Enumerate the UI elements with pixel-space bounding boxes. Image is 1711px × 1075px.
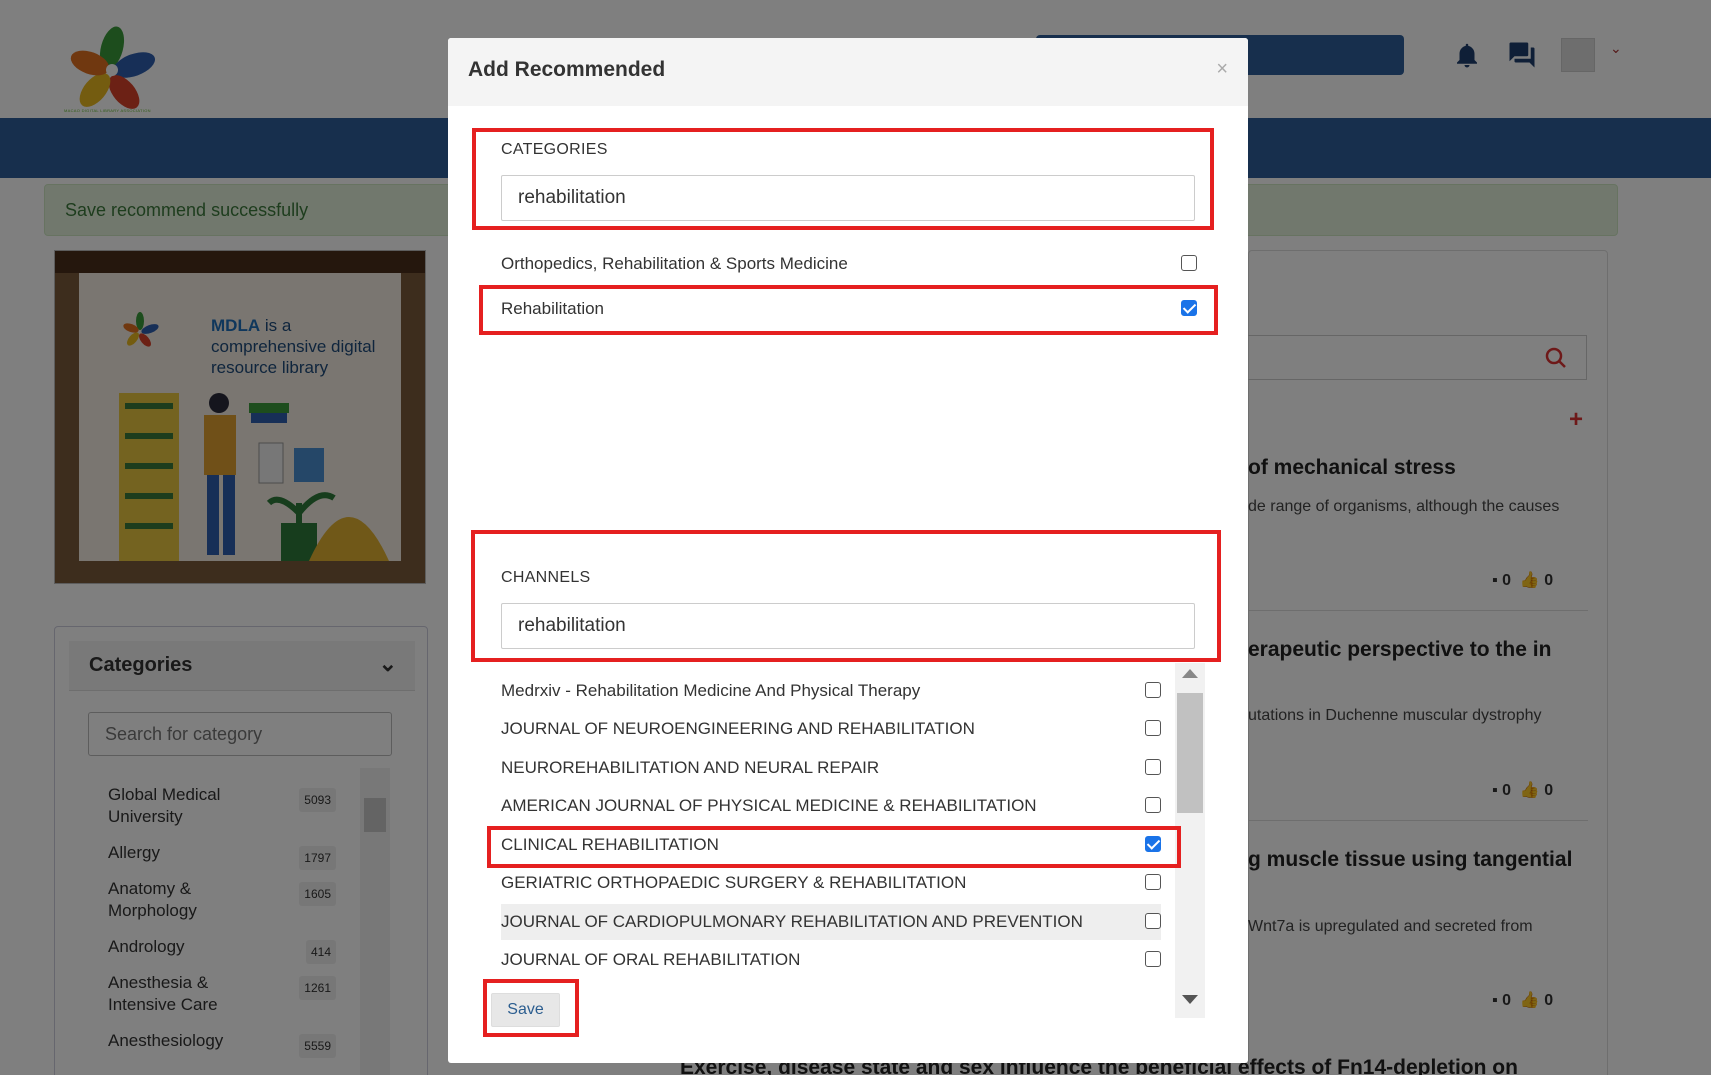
option-label: Orthopedics, Rehabilitation & Sports Med… xyxy=(501,254,848,273)
close-icon[interactable]: × xyxy=(1216,58,1228,81)
channel-option[interactable]: JOURNAL OF CARDIOPULMONARY REHABILITATIO… xyxy=(501,904,1161,940)
channel-option[interactable]: Medrxiv - Rehabilitation Medicine And Ph… xyxy=(501,673,1161,709)
channel-option[interactable]: GERIATRIC ORTHOPAEDIC SURGERY & REHABILI… xyxy=(501,865,1161,901)
option-label: Medrxiv - Rehabilitation Medicine And Ph… xyxy=(501,681,921,700)
option-label: JOURNAL OF ORAL REHABILITATION xyxy=(501,950,801,969)
option-label: GERIATRIC ORTHOPAEDIC SURGERY & REHABILI… xyxy=(501,873,967,892)
option-label: NEUROREHABILITATION AND NEURAL REPAIR xyxy=(501,758,880,777)
option-checkbox[interactable] xyxy=(1145,913,1161,929)
annotation-box-channels xyxy=(471,530,1221,662)
channel-option[interactable]: JOURNAL OF ORAL REHABILITATION xyxy=(501,942,1161,978)
option-checkbox[interactable] xyxy=(1145,682,1161,698)
annotation-box-clinical-rehabilitation xyxy=(487,826,1181,868)
annotation-box-categories xyxy=(472,128,1214,230)
channel-option[interactable]: AMERICAN JOURNAL OF PHYSICAL MEDICINE & … xyxy=(501,788,1161,824)
scroll-thumb[interactable] xyxy=(1177,693,1203,813)
channel-option[interactable]: NEUROREHABILITATION AND NEURAL REPAIR xyxy=(501,750,1161,786)
option-checkbox[interactable] xyxy=(1145,797,1161,813)
option-checkbox[interactable] xyxy=(1145,720,1161,736)
category-option[interactable]: Orthopedics, Rehabilitation & Sports Med… xyxy=(501,246,1201,282)
option-checkbox[interactable] xyxy=(1145,874,1161,890)
annotation-box-save xyxy=(483,979,579,1037)
option-checkbox[interactable] xyxy=(1181,255,1197,271)
scroll-down-icon[interactable] xyxy=(1182,995,1198,1004)
scroll-up-icon[interactable] xyxy=(1182,669,1198,678)
option-checkbox[interactable] xyxy=(1145,759,1161,775)
modal-header: Add Recommended × xyxy=(448,38,1248,106)
modal-title: Add Recommended xyxy=(468,58,666,81)
channel-option[interactable]: JOURNAL OF NEUROENGINEERING AND REHABILI… xyxy=(501,711,1161,747)
option-label: AMERICAN JOURNAL OF PHYSICAL MEDICINE & … xyxy=(501,796,1037,815)
option-label: JOURNAL OF NEUROENGINEERING AND REHABILI… xyxy=(501,719,975,738)
option-label: JOURNAL OF CARDIOPULMONARY REHABILITATIO… xyxy=(501,912,1083,931)
annotation-box-rehabilitation xyxy=(479,285,1218,335)
option-checkbox[interactable] xyxy=(1145,951,1161,967)
